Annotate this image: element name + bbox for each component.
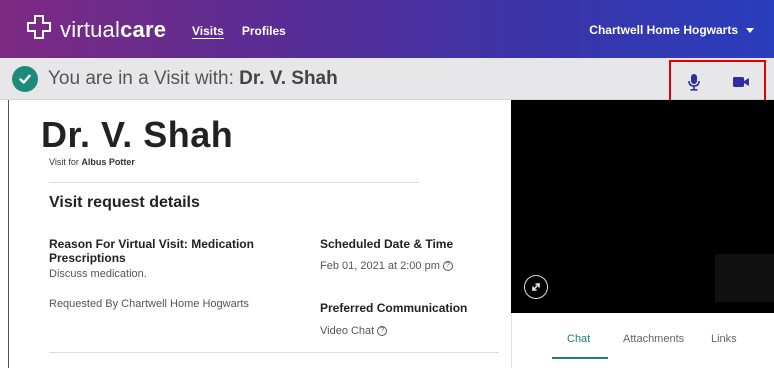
patient-name: Albus Potter [81,157,135,167]
microphone-button[interactable] [682,70,706,94]
self-view-video [715,254,774,302]
brand-logo[interactable]: virtualcare [26,14,166,45]
visit-for: Visit for Albus Potter [49,157,135,167]
banner-prefix: You are in a Visit with: [48,68,240,89]
tab-chat[interactable]: Chat [567,333,590,345]
account-menu[interactable]: Chartwell Home Hogwarts [589,23,754,37]
scheduled-value: Feb 01, 2021 at 2:00 pm? [320,260,453,272]
help-circle-icon[interactable]: ? [377,326,388,337]
video-pane [511,100,774,313]
visit-status-banner: You are in a Visit with: Dr. V. Shah [0,58,774,100]
preferred-text: Video Chat [320,325,375,337]
doctor-name: Dr. V. Shah [41,114,234,155]
banner-doctor: Dr. V. Shah [239,68,338,89]
brand-name-light: virtual [60,16,121,42]
top-nav-bar: virtualcare Visits Profiles Chartwell Ho… [0,0,774,58]
section-title: Visit request details [49,194,200,211]
brand-name-bold: care [120,16,167,42]
divider [49,182,419,183]
reason-value: Discuss medication. [49,268,147,280]
tab-attachments[interactable]: Attachments [623,333,684,345]
scheduled-text: Feb 01, 2021 at 2:00 pm [320,260,440,272]
side-tabs: Chat Attachments Links [511,313,774,368]
microphone-icon [688,74,701,91]
camera-button[interactable] [729,70,753,94]
brand-name: virtualcare [60,17,166,43]
tab-active-indicator [552,357,608,359]
scheduled-label: Scheduled Date & Time [320,237,454,251]
visit-details-panel: Dr. V. Shah Visit for Albus Potter Visit… [8,100,511,368]
preferred-label: Preferred Communication [320,301,468,315]
nav-profiles[interactable]: Profiles [242,24,286,38]
cross-logo-icon [26,14,52,45]
tab-links[interactable]: Links [711,333,737,345]
expand-icon [532,283,540,291]
help-circle-icon[interactable]: ? [442,261,453,272]
requested-by: Requested By Chartwell Home Hogwarts [49,298,249,310]
account-name: Chartwell Home Hogwarts [589,23,738,37]
reason-label: Reason For Virtual Visit: Medication Pre… [49,237,254,265]
banner-text: You are in a Visit with: Dr. V. Shah [48,68,338,90]
expand-button[interactable] [524,275,548,299]
check-circle-icon [12,66,38,92]
divider [49,352,499,353]
main-nav: Visits Profiles [192,24,286,38]
video-camera-icon [732,77,749,87]
nav-visits[interactable]: Visits [192,24,224,38]
chevron-down-icon [746,27,754,33]
preferred-value: Video Chat? [320,325,388,337]
media-controls [669,60,766,104]
visit-for-prefix: Visit for [49,157,82,167]
